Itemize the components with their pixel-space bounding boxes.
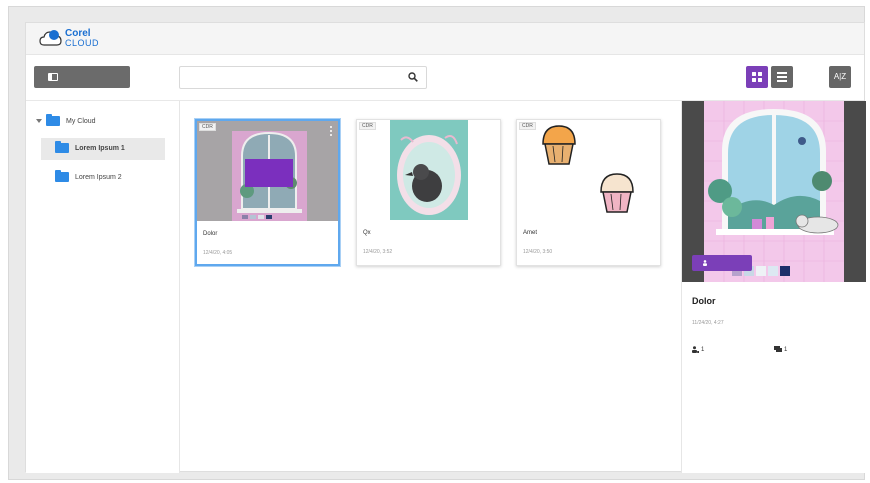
file-name: Dolor bbox=[203, 231, 218, 237]
corel-cloud-logo[interactable]: Corel CLOUD bbox=[39, 27, 109, 51]
comments-count: 1 bbox=[774, 346, 787, 353]
shared-users-count: 1 bbox=[692, 346, 704, 353]
share-button[interactable] bbox=[692, 255, 752, 271]
tree-root-my-cloud[interactable]: My Cloud bbox=[36, 114, 96, 129]
cloud-logo-icon bbox=[39, 30, 62, 46]
list-view-button[interactable] bbox=[771, 66, 793, 88]
brand-sub: CLOUD bbox=[65, 38, 100, 48]
users-count: 1 bbox=[701, 347, 705, 354]
file-card[interactable]: CDR Dolor 12/4/20, 4:05 bbox=[195, 119, 340, 266]
corel-cloud-app: Corel CLOUD A|Z My Cloud Lorem Ipsum 1 L… bbox=[25, 22, 866, 473]
search-icon[interactable] bbox=[408, 72, 418, 82]
file-type-badge: CDR bbox=[199, 123, 216, 131]
comment-icon bbox=[774, 346, 782, 352]
sort-button[interactable]: A|Z bbox=[829, 66, 851, 88]
folder-tree: My Cloud Lorem Ipsum 1 Lorem Ipsum 2 bbox=[26, 101, 180, 473]
file-name: Qx bbox=[363, 230, 371, 236]
chevron-down-icon[interactable] bbox=[36, 119, 42, 124]
grid-view-button[interactable] bbox=[746, 66, 768, 88]
folder-icon bbox=[46, 114, 60, 127]
comments-value: 1 bbox=[784, 347, 788, 354]
detail-date: 11/24/20, 4:27 bbox=[692, 320, 724, 326]
file-date: 12/4/20, 3:52 bbox=[363, 249, 393, 255]
sidebar-item-label: Lorem Ipsum 2 bbox=[75, 174, 122, 181]
file-thumbnail bbox=[197, 121, 338, 221]
brand-bar: Corel CLOUD bbox=[26, 23, 864, 55]
search-input[interactable] bbox=[186, 70, 396, 85]
raven-artwork-image bbox=[357, 120, 500, 220]
file-card[interactable]: CDR Amet 12/4/20, 3:50 bbox=[516, 119, 661, 266]
details-panel: Dolor 11/24/20, 4:27 1 1 bbox=[681, 101, 866, 473]
file-date: 12/4/20, 3:50 bbox=[523, 249, 553, 255]
folder-icon bbox=[55, 141, 69, 154]
file-thumbnail bbox=[357, 120, 500, 220]
toggle-sidebar-button[interactable] bbox=[34, 66, 130, 88]
file-card[interactable]: CDR Qx 12/4/20, 3:52 bbox=[356, 119, 501, 266]
tree-root-label: My Cloud bbox=[66, 118, 96, 125]
more-options-icon[interactable] bbox=[330, 126, 333, 138]
window-artwork-image bbox=[197, 121, 338, 221]
person-icon bbox=[703, 260, 707, 266]
folder-icon bbox=[55, 170, 69, 183]
file-type-badge: CDR bbox=[519, 122, 536, 130]
users-icon bbox=[692, 346, 699, 353]
sidebar-item-lorem-ipsum-2[interactable]: Lorem Ipsum 2 bbox=[41, 167, 165, 189]
sidebar-item-lorem-ipsum-1[interactable]: Lorem Ipsum 1 bbox=[41, 138, 165, 160]
file-thumbnail bbox=[517, 120, 660, 220]
file-type-badge: CDR bbox=[359, 122, 376, 130]
sidebar-item-label: Lorem Ipsum 1 bbox=[75, 145, 125, 152]
preview-image bbox=[682, 101, 866, 282]
sidebar-icon bbox=[48, 73, 58, 81]
file-date: 12/4/20, 4:05 bbox=[203, 250, 233, 256]
detail-title: Dolor bbox=[692, 296, 716, 306]
sort-label: A|Z bbox=[833, 72, 847, 81]
file-grid: CDR Dolor 12/4/20, 4:05 CDR Qx 12/4/20, … bbox=[181, 101, 681, 473]
search-box bbox=[179, 66, 427, 89]
file-name: Amet bbox=[523, 230, 538, 236]
toolbar: A|Z bbox=[26, 55, 864, 101]
cupcakes-artwork-image bbox=[517, 120, 660, 220]
